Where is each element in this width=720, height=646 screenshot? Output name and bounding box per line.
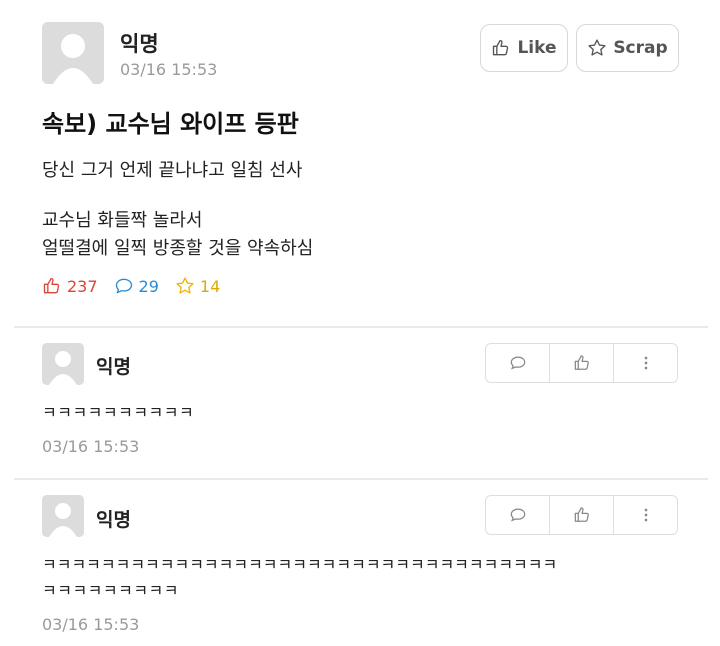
comment-avatar — [42, 495, 84, 537]
more-options-button[interactable] — [614, 344, 677, 382]
vertical-dots-icon — [644, 508, 647, 522]
scrap-count: 14 — [175, 276, 220, 296]
post-body-line: 당신 그거 언제 끝나냐고 일침 선사 — [42, 160, 303, 181]
like-count: 237 — [42, 276, 98, 296]
scrap-count-value: 14 — [199, 276, 221, 296]
comment-author: 익명 — [96, 509, 131, 531]
comment-count-value: 29 — [138, 276, 159, 296]
comment-actions — [485, 343, 678, 383]
scrap-button[interactable]: Scrap — [576, 24, 679, 72]
vertical-dots-icon — [644, 356, 647, 370]
post-body-line: 얼떨결에 일찍 방종할 것을 약속하심 — [42, 238, 314, 259]
avatar-silhouette-icon — [42, 495, 84, 537]
thumbs-up-icon — [493, 39, 509, 56]
comment-timestamp: 03/16 15:53 — [42, 437, 140, 456]
post-timestamp: 03/16 15:53 — [120, 60, 218, 79]
speech-bubble-icon — [510, 508, 525, 522]
more-options-button[interactable] — [614, 496, 677, 534]
comment-like-button[interactable] — [550, 496, 614, 534]
thumbs-up-icon — [43, 277, 60, 294]
comment-divider — [14, 478, 708, 480]
reply-button[interactable] — [486, 496, 550, 534]
post-author: 익명 — [120, 32, 159, 56]
post-title: 속보) 교수님 와이프 등판 — [42, 110, 299, 138]
scrap-button-label: Scrap — [613, 38, 668, 58]
comment-text: ㅋㅋㅋㅋㅋㅋㅋㅋㅋㅋ — [42, 403, 195, 422]
avatar-silhouette-icon — [42, 22, 104, 84]
comment-text: ㅋㅋㅋㅋㅋㅋㅋㅋㅋ — [42, 581, 179, 600]
comment-text: ㅋㅋㅋㅋㅋㅋㅋㅋㅋㅋㅋㅋㅋㅋㅋㅋㅋㅋㅋㅋㅋㅋㅋㅋㅋㅋㅋㅋㅋㅋㅋㅋㅋㅋㅋ — [42, 555, 558, 574]
comment-count: 29 — [114, 276, 159, 296]
thumbs-up-icon — [574, 355, 589, 370]
comment-actions — [485, 495, 678, 535]
comment-timestamp: 03/16 15:53 — [42, 615, 140, 634]
comment-avatar — [42, 343, 84, 385]
like-count-value: 237 — [67, 276, 98, 296]
star-icon — [176, 277, 194, 294]
avatar-silhouette-icon — [42, 343, 84, 385]
thumbs-up-icon — [574, 507, 589, 522]
post-body-line: 교수님 화들짝 놀라서 — [42, 210, 203, 231]
like-button-label: Like — [517, 38, 557, 58]
comment-author: 익명 — [96, 356, 131, 378]
comment-like-button[interactable] — [550, 344, 614, 382]
post-stats: 237 29 14 — [42, 276, 220, 296]
like-button[interactable]: Like — [480, 24, 568, 72]
speech-bubble-icon — [510, 356, 525, 370]
post-divider — [14, 326, 708, 328]
author-avatar — [42, 22, 104, 84]
reply-button[interactable] — [486, 344, 550, 382]
speech-bubble-icon — [115, 278, 132, 294]
star-icon — [588, 39, 606, 56]
